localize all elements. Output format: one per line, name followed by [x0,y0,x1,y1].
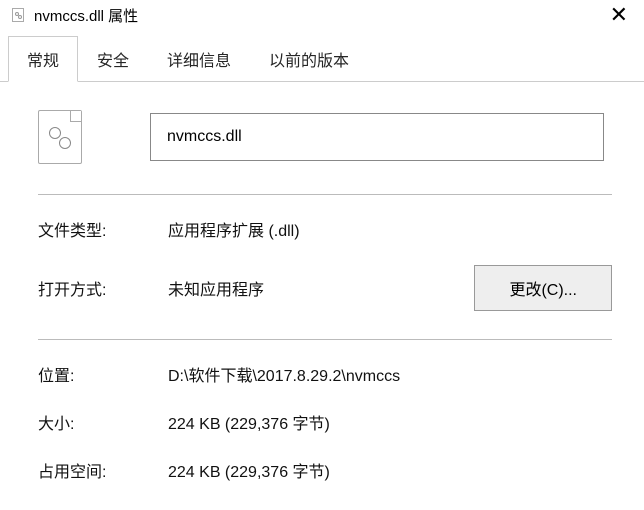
tab-details[interactable]: 详细信息 [148,36,250,82]
filename-input[interactable] [150,113,604,161]
change-button[interactable]: 更改(C)... [474,265,612,311]
divider [38,339,612,340]
file-icon-small [10,7,26,23]
tab-security[interactable]: 安全 [78,36,148,82]
size-on-disk-value: 224 KB (229,376 字节) [168,458,612,482]
titlebar: nvmccs.dll 属性 ✕ [0,0,644,36]
tab-general[interactable]: 常规 [8,36,78,82]
window-title: nvmccs.dll 属性 [34,5,138,26]
close-button[interactable]: ✕ [610,4,634,26]
content-panel: 文件类型: 应用程序扩展 (.dll) 打开方式: 未知应用程序 更改(C)..… [0,82,644,482]
file-type-label: 文件类型: [38,217,168,241]
file-type-icon [38,110,82,164]
divider [38,194,612,195]
location-value: D:\软件下载\2017.8.29.2\nvmccs [168,362,612,386]
tab-previous-versions[interactable]: 以前的版本 [250,36,368,82]
tabs: 常规 安全 详细信息 以前的版本 [0,36,644,82]
size-on-disk-label: 占用空间: [38,458,168,482]
location-label: 位置: [38,362,168,386]
file-type-value: 应用程序扩展 (.dll) [168,217,612,241]
size-value: 224 KB (229,376 字节) [168,410,612,434]
opens-with-label: 打开方式: [38,276,168,300]
opens-with-value: 未知应用程序 [168,276,474,300]
size-label: 大小: [38,410,168,434]
